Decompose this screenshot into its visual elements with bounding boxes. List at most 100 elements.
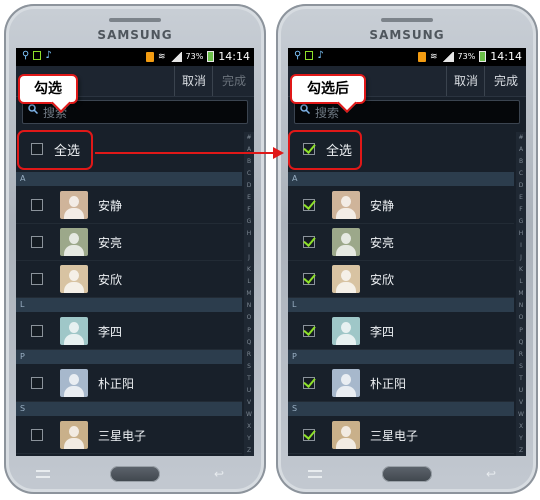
index-letter[interactable]: Y	[247, 435, 251, 442]
home-button[interactable]	[382, 466, 432, 482]
index-letter[interactable]: R	[247, 351, 251, 358]
contact-row[interactable]: 安亮	[16, 224, 242, 261]
search-placeholder: 搜索	[315, 106, 340, 120]
contact-checkbox[interactable]	[31, 273, 43, 285]
index-letter[interactable]: N	[247, 302, 252, 309]
screenshot-icon	[33, 51, 42, 60]
index-letter[interactable]: V	[247, 399, 251, 406]
alphabet-index[interactable]: # A B C D E F G H I J K L M N O P Q R S T U V W X Y Z	[244, 132, 254, 456]
index-letter[interactable]: M	[246, 290, 251, 297]
index-letter[interactable]: K	[247, 266, 251, 273]
index-letter[interactable]: Z	[519, 447, 523, 454]
index-letter[interactable]: I	[248, 242, 250, 249]
index-letter[interactable]: B	[519, 158, 523, 165]
contact-checkbox[interactable]	[303, 273, 315, 285]
contact-avatar	[332, 265, 360, 293]
contact-checkbox[interactable]	[31, 199, 43, 211]
index-letter[interactable]: H	[519, 230, 524, 237]
contact-row[interactable]: 三星电子	[16, 417, 242, 454]
contact-checkbox[interactable]	[31, 377, 43, 389]
index-letter[interactable]: R	[519, 351, 523, 358]
index-letter[interactable]: A	[519, 146, 523, 153]
back-key-icon[interactable]: ↩	[486, 467, 496, 481]
index-letter[interactable]: X	[247, 423, 251, 430]
index-letter[interactable]: W	[518, 411, 524, 418]
contact-checkbox[interactable]	[303, 377, 315, 389]
contact-checkbox[interactable]	[31, 429, 43, 441]
index-letter[interactable]: #	[246, 134, 251, 141]
contact-row[interactable]: 安静	[16, 187, 242, 224]
index-letter[interactable]: K	[519, 266, 523, 273]
index-letter[interactable]: E	[247, 194, 251, 201]
back-key-icon[interactable]: ↩	[214, 467, 224, 481]
contact-checkbox[interactable]	[31, 236, 43, 248]
index-letter[interactable]: S	[519, 363, 523, 370]
index-letter[interactable]: P	[247, 327, 251, 334]
index-letter[interactable]: V	[519, 399, 523, 406]
screenshot-icon	[305, 51, 314, 60]
index-letter[interactable]: M	[518, 290, 523, 297]
index-letter[interactable]: T	[519, 375, 523, 382]
index-letter[interactable]: Q	[247, 339, 252, 346]
index-letter[interactable]: Q	[519, 339, 524, 346]
cancel-button[interactable]: 取消	[174, 66, 213, 96]
contact-row[interactable]: 安欣	[16, 261, 242, 298]
index-letter[interactable]: O	[519, 314, 524, 321]
contact-row[interactable]: 安欣	[288, 261, 514, 298]
index-letter[interactable]: T	[247, 375, 251, 382]
contact-row[interactable]: 安亮	[288, 224, 514, 261]
index-letter[interactable]: H	[247, 230, 252, 237]
index-letter[interactable]: L	[519, 278, 522, 285]
home-button[interactable]	[110, 466, 160, 482]
index-letter[interactable]: G	[247, 218, 252, 225]
done-button[interactable]: 完成	[484, 66, 526, 96]
index-letter[interactable]: S	[247, 363, 251, 370]
index-letter[interactable]: X	[519, 423, 523, 430]
cancel-button[interactable]: 取消	[446, 66, 485, 96]
contact-row[interactable]: 朴正阳	[288, 365, 514, 402]
alphabet-index[interactable]: # A B C D E F G H I J K L M N O P Q R S T U V W X Y Z	[516, 132, 526, 456]
contact-row[interactable]: 安静	[288, 187, 514, 224]
index-letter[interactable]: F	[519, 206, 522, 213]
contact-checkbox[interactable]	[303, 236, 315, 248]
contact-row[interactable]: 李四	[16, 313, 242, 350]
arrow-head-icon	[273, 147, 284, 159]
index-letter[interactable]: F	[247, 206, 250, 213]
index-letter[interactable]: D	[519, 182, 524, 189]
index-letter[interactable]: J	[248, 254, 250, 261]
index-letter[interactable]: W	[246, 411, 252, 418]
contact-checkbox[interactable]	[303, 429, 315, 441]
index-letter[interactable]: I	[520, 242, 522, 249]
index-letter[interactable]: G	[519, 218, 524, 225]
index-letter[interactable]: B	[247, 158, 251, 165]
index-letter[interactable]: C	[519, 170, 523, 177]
index-letter[interactable]: L	[247, 278, 250, 285]
index-letter[interactable]: U	[519, 387, 523, 394]
index-letter[interactable]: P	[519, 327, 523, 334]
index-letter[interactable]: U	[247, 387, 251, 394]
index-letter[interactable]: Z	[247, 447, 251, 454]
index-letter[interactable]: O	[247, 314, 252, 321]
index-letter[interactable]: N	[519, 302, 524, 309]
contact-row[interactable]: 李四	[288, 313, 514, 350]
index-letter[interactable]: Y	[519, 435, 523, 442]
index-letter[interactable]: J	[520, 254, 522, 261]
index-letter[interactable]: C	[247, 170, 251, 177]
index-letter[interactable]: E	[519, 194, 523, 201]
contact-row[interactable]: 朴正阳	[16, 365, 242, 402]
contact-name: 三星电子	[370, 429, 419, 443]
contact-name: 安欣	[370, 273, 395, 287]
menu-key[interactable]	[308, 470, 322, 478]
brand-logo: SAMSUNG	[369, 28, 445, 42]
menu-key[interactable]	[36, 470, 50, 478]
index-letter[interactable]: D	[247, 182, 252, 189]
contact-row[interactable]: 三星电子	[288, 417, 514, 454]
index-letter[interactable]: #	[518, 134, 523, 141]
contact-name: 朴正阳	[98, 377, 135, 391]
contact-checkbox[interactable]	[31, 325, 43, 337]
contact-checkbox[interactable]	[303, 199, 315, 211]
sdcard-icon	[145, 52, 154, 62]
contact-avatar	[60, 191, 88, 219]
done-button[interactable]: 完成	[212, 66, 254, 96]
contact-checkbox[interactable]	[303, 325, 315, 337]
